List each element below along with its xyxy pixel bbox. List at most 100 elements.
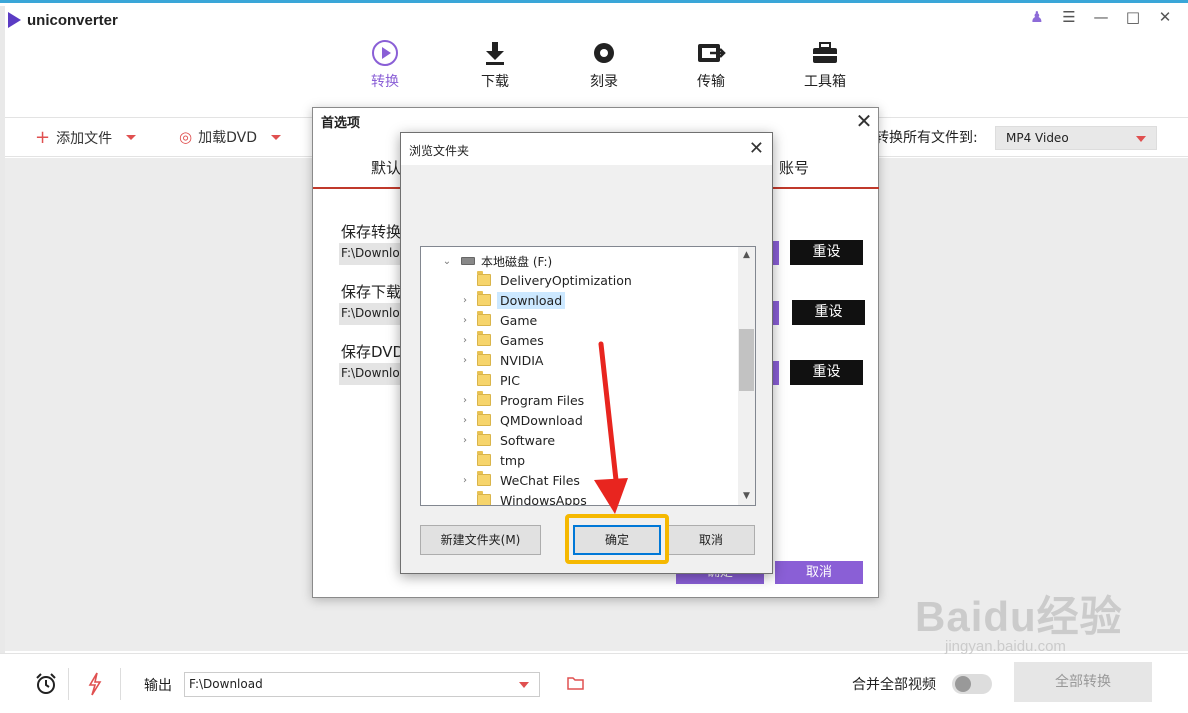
burn-icon (569, 37, 639, 69)
folder-name: DeliveryOptimization (500, 272, 632, 288)
folder-name: Game (500, 312, 538, 328)
tab-download-label: 下载 (481, 74, 509, 90)
tab-toolbox[interactable]: 工具箱 (790, 37, 860, 91)
output-label: 输出 (144, 678, 172, 694)
folder-icon (477, 431, 491, 446)
tab-transfer[interactable]: 传输 (676, 37, 746, 91)
browse-title: 浏览文件夹 (409, 144, 470, 158)
tree-folder[interactable]: › Game (459, 310, 739, 330)
tab-download[interactable]: 下载 (460, 37, 530, 91)
chevron-right-icon[interactable]: › (459, 355, 471, 366)
tab-burn[interactable]: 刻录 (569, 37, 639, 91)
reset-button[interactable]: 重设 (790, 360, 863, 385)
tab-convert-label: 转换 (371, 74, 399, 90)
chevron-right-icon[interactable]: › (459, 435, 471, 446)
browse-folder-dialog: 浏览文件夹 ✕ ⌄ 本地磁盘 (F:) DeliveryOptimization… (400, 132, 773, 574)
add-files-label: 添加文件 (56, 130, 113, 147)
reset-button[interactable]: 重设 (792, 300, 865, 325)
scroll-up-icon[interactable]: ▲ (738, 247, 755, 264)
tab-transfer-label: 传输 (697, 74, 725, 90)
tab-convert[interactable]: 转换 (350, 37, 420, 91)
merge-all-label: 合并全部视频 (852, 677, 936, 693)
app-logo-icon (8, 12, 21, 28)
disc-icon: ◎ (179, 128, 193, 146)
save-convert-label: 保存转换 (341, 223, 402, 241)
window-controls: ♟ ☰ — □ ✕ (1028, 9, 1174, 25)
tree-root-drive[interactable]: ⌄ 本地磁盘 (F:) (441, 252, 552, 270)
folder-icon (477, 471, 491, 486)
folder-name: WindowsApps (500, 492, 587, 506)
download-icon (460, 37, 530, 69)
bottom-bar: 输出 F:\Download 合并全部视频 全部转换 (0, 653, 1188, 713)
divider (120, 668, 121, 700)
folder-icon (477, 391, 491, 406)
chevron-right-icon[interactable]: › (459, 475, 471, 486)
drive-icon (461, 257, 475, 265)
folder-icon (477, 271, 491, 286)
chevron-down-icon (519, 682, 529, 688)
chevron-down-icon[interactable]: ⌄ (441, 256, 453, 267)
watermark: Baidu经验 jingyan.baidu.com (915, 583, 1123, 655)
title-bar: uniconverter (8, 9, 118, 31)
chevron-down-icon[interactable] (271, 134, 281, 140)
folder-icon (477, 371, 491, 386)
convert-all-to-label: 转换所有文件到: (875, 130, 978, 146)
watermark-main: Baidu经验 (915, 593, 1123, 640)
save-convert-path[interactable]: F:\Downloa (339, 243, 409, 265)
lightning-icon[interactable] (88, 672, 102, 700)
tree-folder-selected[interactable]: › Download (459, 290, 739, 310)
folder-icon (477, 491, 491, 505)
app-name: uniconverter (27, 11, 118, 29)
red-arrow-icon (594, 341, 628, 514)
scroll-down-icon[interactable]: ▼ (738, 488, 755, 505)
folder-name: PIC (500, 372, 520, 388)
tab-account[interactable]: 账号 (779, 157, 809, 178)
save-dvd-path[interactable]: F:\Downloa (339, 363, 409, 385)
folder-name: QMDownload (500, 412, 583, 428)
chevron-right-icon[interactable]: › (459, 315, 471, 326)
load-dvd-button[interactable]: ◎ 加载DVD (179, 127, 281, 147)
user-icon[interactable]: ♟ (1028, 9, 1046, 25)
convert-all-button[interactable]: 全部转换 (1014, 662, 1152, 702)
folder-name: Software (500, 432, 556, 448)
chevron-right-icon[interactable]: › (459, 415, 471, 426)
add-files-button[interactable]: + 添加文件 (35, 127, 137, 148)
convert-icon (350, 37, 420, 69)
drive-label: 本地磁盘 (F:) (481, 254, 553, 269)
tab-default[interactable]: 默认 (371, 157, 401, 178)
minimize-icon[interactable]: — (1092, 9, 1110, 25)
chevron-right-icon[interactable]: › (459, 335, 471, 346)
new-folder-button[interactable]: 新建文件夹(M) (420, 525, 541, 555)
menu-icon[interactable]: ☰ (1060, 9, 1078, 25)
output-path-select[interactable]: F:\Download (184, 672, 540, 697)
folder-name: NVIDIA (500, 352, 544, 368)
maximize-icon[interactable]: □ (1124, 9, 1142, 25)
scroll-thumb[interactable] (739, 329, 754, 391)
close-icon[interactable]: ✕ (749, 138, 764, 159)
folder-icon (477, 351, 491, 366)
folder-open-icon[interactable] (567, 676, 585, 694)
output-format-value: MP4 Video (1006, 131, 1069, 145)
transfer-icon (676, 37, 746, 69)
merge-toggle[interactable] (952, 674, 992, 694)
tree-scrollbar[interactable]: ▲ ▼ (738, 247, 755, 505)
close-icon[interactable]: ✕ (854, 109, 874, 133)
folder-name: Games (500, 332, 544, 348)
reset-button[interactable]: 重设 (790, 240, 863, 265)
folder-icon (477, 331, 491, 346)
close-icon[interactable]: ✕ (1156, 9, 1174, 25)
folder-name: Program Files (500, 392, 585, 408)
chevron-down-icon[interactable] (126, 135, 137, 140)
preferences-cancel-button[interactable]: 取消 (775, 561, 863, 584)
output-format-select[interactable]: MP4 Video (995, 126, 1157, 150)
folder-name: tmp (500, 452, 526, 468)
chevron-right-icon[interactable]: › (459, 395, 471, 406)
browse-cancel-button[interactable]: 取消 (667, 525, 755, 555)
preferences-title: 首选项 (321, 116, 361, 131)
save-download-path[interactable]: F:\Downloa (339, 303, 409, 325)
folder-tree[interactable]: ⌄ 本地磁盘 (F:) DeliveryOptimization › Downlo… (420, 246, 756, 506)
alarm-clock-icon[interactable] (34, 672, 58, 700)
tree-folder[interactable]: DeliveryOptimization (459, 270, 739, 290)
chevron-right-icon[interactable]: › (459, 295, 471, 306)
folder-name: Download (497, 291, 566, 309)
